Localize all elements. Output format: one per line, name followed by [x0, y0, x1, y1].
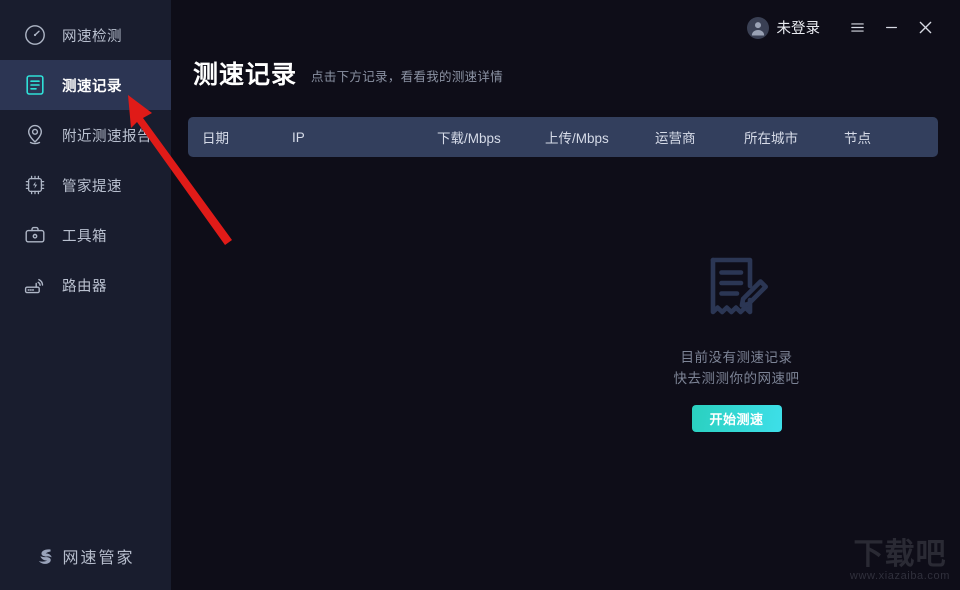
hamburger-menu-icon[interactable] [840, 11, 874, 45]
lightning-s-icon [36, 547, 55, 566]
page-header: 测速记录 点击下方记录，看看我的测速详情 [171, 55, 960, 88]
sidebar-item-boost[interactable]: 管家提速 [0, 160, 171, 210]
cpu-boost-icon [22, 172, 48, 198]
empty-state-line-1: 目前没有测速记录 [680, 350, 793, 365]
sidebar-nav: 网速检测 测速记录 附近测速报告 管家提速 工具箱 路由器 [0, 10, 171, 310]
brand-label: 网速管家 [62, 548, 135, 567]
sidebar-item-speed-test[interactable]: 网速检测 [0, 10, 171, 60]
page-title: 测速记录 [193, 61, 298, 89]
sidebar-item-speed-records[interactable]: 测速记录 [0, 60, 171, 110]
page-subtitle: 点击下方记录，看看我的测速详情 [311, 70, 504, 84]
sidebar-item-label: 网速检测 [62, 28, 122, 45]
speedometer-icon [22, 22, 48, 48]
table-column-download: 下载/Mbps [437, 131, 501, 146]
close-icon[interactable] [908, 11, 942, 45]
table-column-node: 节点 [844, 131, 871, 146]
main-content: 未登录 测速记录 点击下方记录，看看我的测速详情 日期 IP 下载/Mbps 上… [171, 0, 960, 590]
document-list-icon [22, 72, 48, 98]
table-column-city: 所在城市 [744, 131, 798, 146]
document-edit-icon [700, 250, 774, 329]
sidebar-item-toolbox[interactable]: 工具箱 [0, 210, 171, 260]
watermark-title: 下载吧 [853, 537, 947, 572]
user-login-label: 未登录 [776, 21, 821, 37]
empty-state: 目前没有测速记录 快去测测你的网速吧 开始测速 [342, 250, 960, 432]
sidebar-item-label: 工具箱 [62, 228, 107, 245]
table-column-ip: IP [292, 129, 305, 145]
location-pin-icon [22, 122, 48, 148]
table-column-isp: 运营商 [655, 131, 696, 146]
sidebar-item-router[interactable]: 路由器 [0, 260, 171, 310]
sidebar: 网速检测 测速记录 附近测速报告 管家提速 工具箱 路由器 网速管家 [0, 0, 171, 590]
table-column-upload: 上传/Mbps [545, 131, 609, 146]
records-table: 日期 IP 下载/Mbps 上传/Mbps 运营商 所在城市 节点 [171, 117, 960, 157]
router-wifi-icon [22, 272, 48, 298]
table-header-row: 日期 IP 下载/Mbps 上传/Mbps 运营商 所在城市 节点 [188, 117, 938, 157]
sidebar-item-label: 附近测速报告 [62, 128, 152, 145]
user-account-button[interactable]: 未登录 [746, 16, 821, 39]
sidebar-item-label: 测速记录 [62, 78, 122, 95]
empty-state-line-2: 快去测测你的网速吧 [673, 371, 800, 386]
start-speed-test-button[interactable]: 开始测速 [691, 405, 782, 432]
watermark: 下载吧 www.xiazaiba.com [849, 537, 950, 583]
sidebar-item-label: 管家提速 [62, 178, 122, 195]
sidebar-item-nearby-report[interactable]: 附近测速报告 [0, 110, 171, 160]
table-column-date: 日期 [202, 131, 229, 146]
toolbox-icon [22, 222, 48, 248]
brand-logo: 网速管家 [0, 544, 171, 568]
avatar [746, 16, 769, 39]
app-window: 网速检测 测速记录 附近测速报告 管家提速 工具箱 路由器 网速管家 未登录 测… [0, 0, 960, 590]
window-titlebar: 未登录 [171, 0, 960, 55]
watermark-url: www.xiazaiba.com [849, 570, 950, 582]
minimize-icon[interactable] [874, 11, 908, 45]
sidebar-item-label: 路由器 [62, 278, 107, 295]
